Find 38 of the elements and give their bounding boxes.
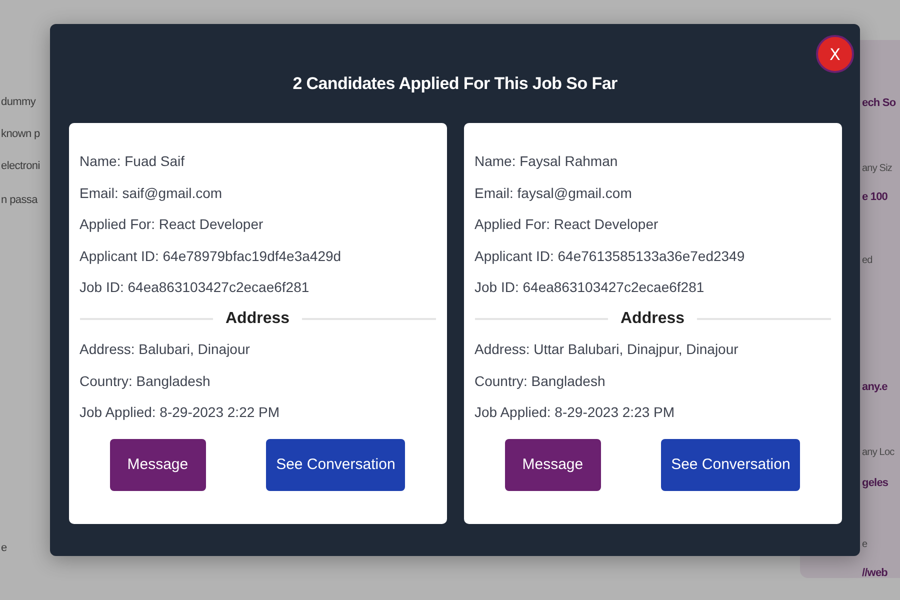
candidate-detail: Applicant ID: 64e7613585133a36e7ed2349 — [474, 246, 745, 266]
company-info-text: any Siz — [862, 162, 892, 176]
page-text: electroni — [0, 159, 40, 174]
see-conversation-button[interactable]: See Conversation — [266, 438, 406, 491]
candidate-detail: Applied For: React Developer — [80, 215, 264, 234]
company-info-text: any.e — [862, 380, 888, 395]
candidate-detail: Applicant ID: 64e78979bfac19df4e3a429d — [80, 246, 342, 266]
company-info-text: ech So — [862, 96, 896, 111]
section-heading: Address — [225, 308, 290, 329]
candidate-detail: Name: Fuad Saif — [80, 152, 185, 171]
candidate-detail: Country: Bangladesh — [80, 372, 210, 391]
company-info-text: e 100 — [862, 190, 888, 205]
modal-title: 2 Candidates Applied For This Job So Far — [292, 73, 618, 95]
candidate-detail: Address: Balubari, Dinajour — [80, 340, 250, 359]
candidate-detail: Applied For: React Developer — [474, 215, 658, 234]
message-button[interactable]: Message — [504, 438, 601, 491]
candidate-detail: Job Applied: 8-29-2023 2:23 PM — [474, 403, 675, 422]
close-button[interactable]: X — [816, 35, 854, 73]
company-info-text: geles — [862, 476, 888, 491]
page-text: dummy — [0, 95, 36, 110]
candidate-detail: Email: saif@gmail.com — [80, 184, 222, 203]
page-text: e — [0, 541, 7, 556]
page-text: known p — [0, 127, 40, 142]
section-heading: Address — [620, 308, 685, 329]
candidate-detail: Email: faysal@gmail.com — [474, 184, 632, 203]
candidate-detail: Job Applied: 8-29-2023 2:22 PM — [80, 403, 280, 422]
candidate-detail: Address: Uttar Balubari, Dinajpur, Dinajour — [474, 340, 738, 359]
candidate-detail: Job ID: 64ea863103427c2ecae6f281 — [80, 278, 310, 298]
see-conversation-button[interactable]: See Conversation — [661, 438, 800, 491]
company-info-text: ed — [862, 254, 872, 268]
candidate-detail: Name: Faysal Rahman — [474, 152, 618, 171]
page-text: n passa — [0, 193, 38, 208]
candidate-detail: Country: Bangladesh — [474, 372, 606, 391]
company-info-text: e — [862, 538, 868, 552]
company-info-text: //web — [862, 566, 888, 578]
company-info-text: any Loc — [862, 446, 894, 460]
message-button[interactable]: Message — [110, 438, 206, 491]
candidate-detail: Job ID: 64ea863103427c2ecae6f281 — [474, 278, 704, 298]
